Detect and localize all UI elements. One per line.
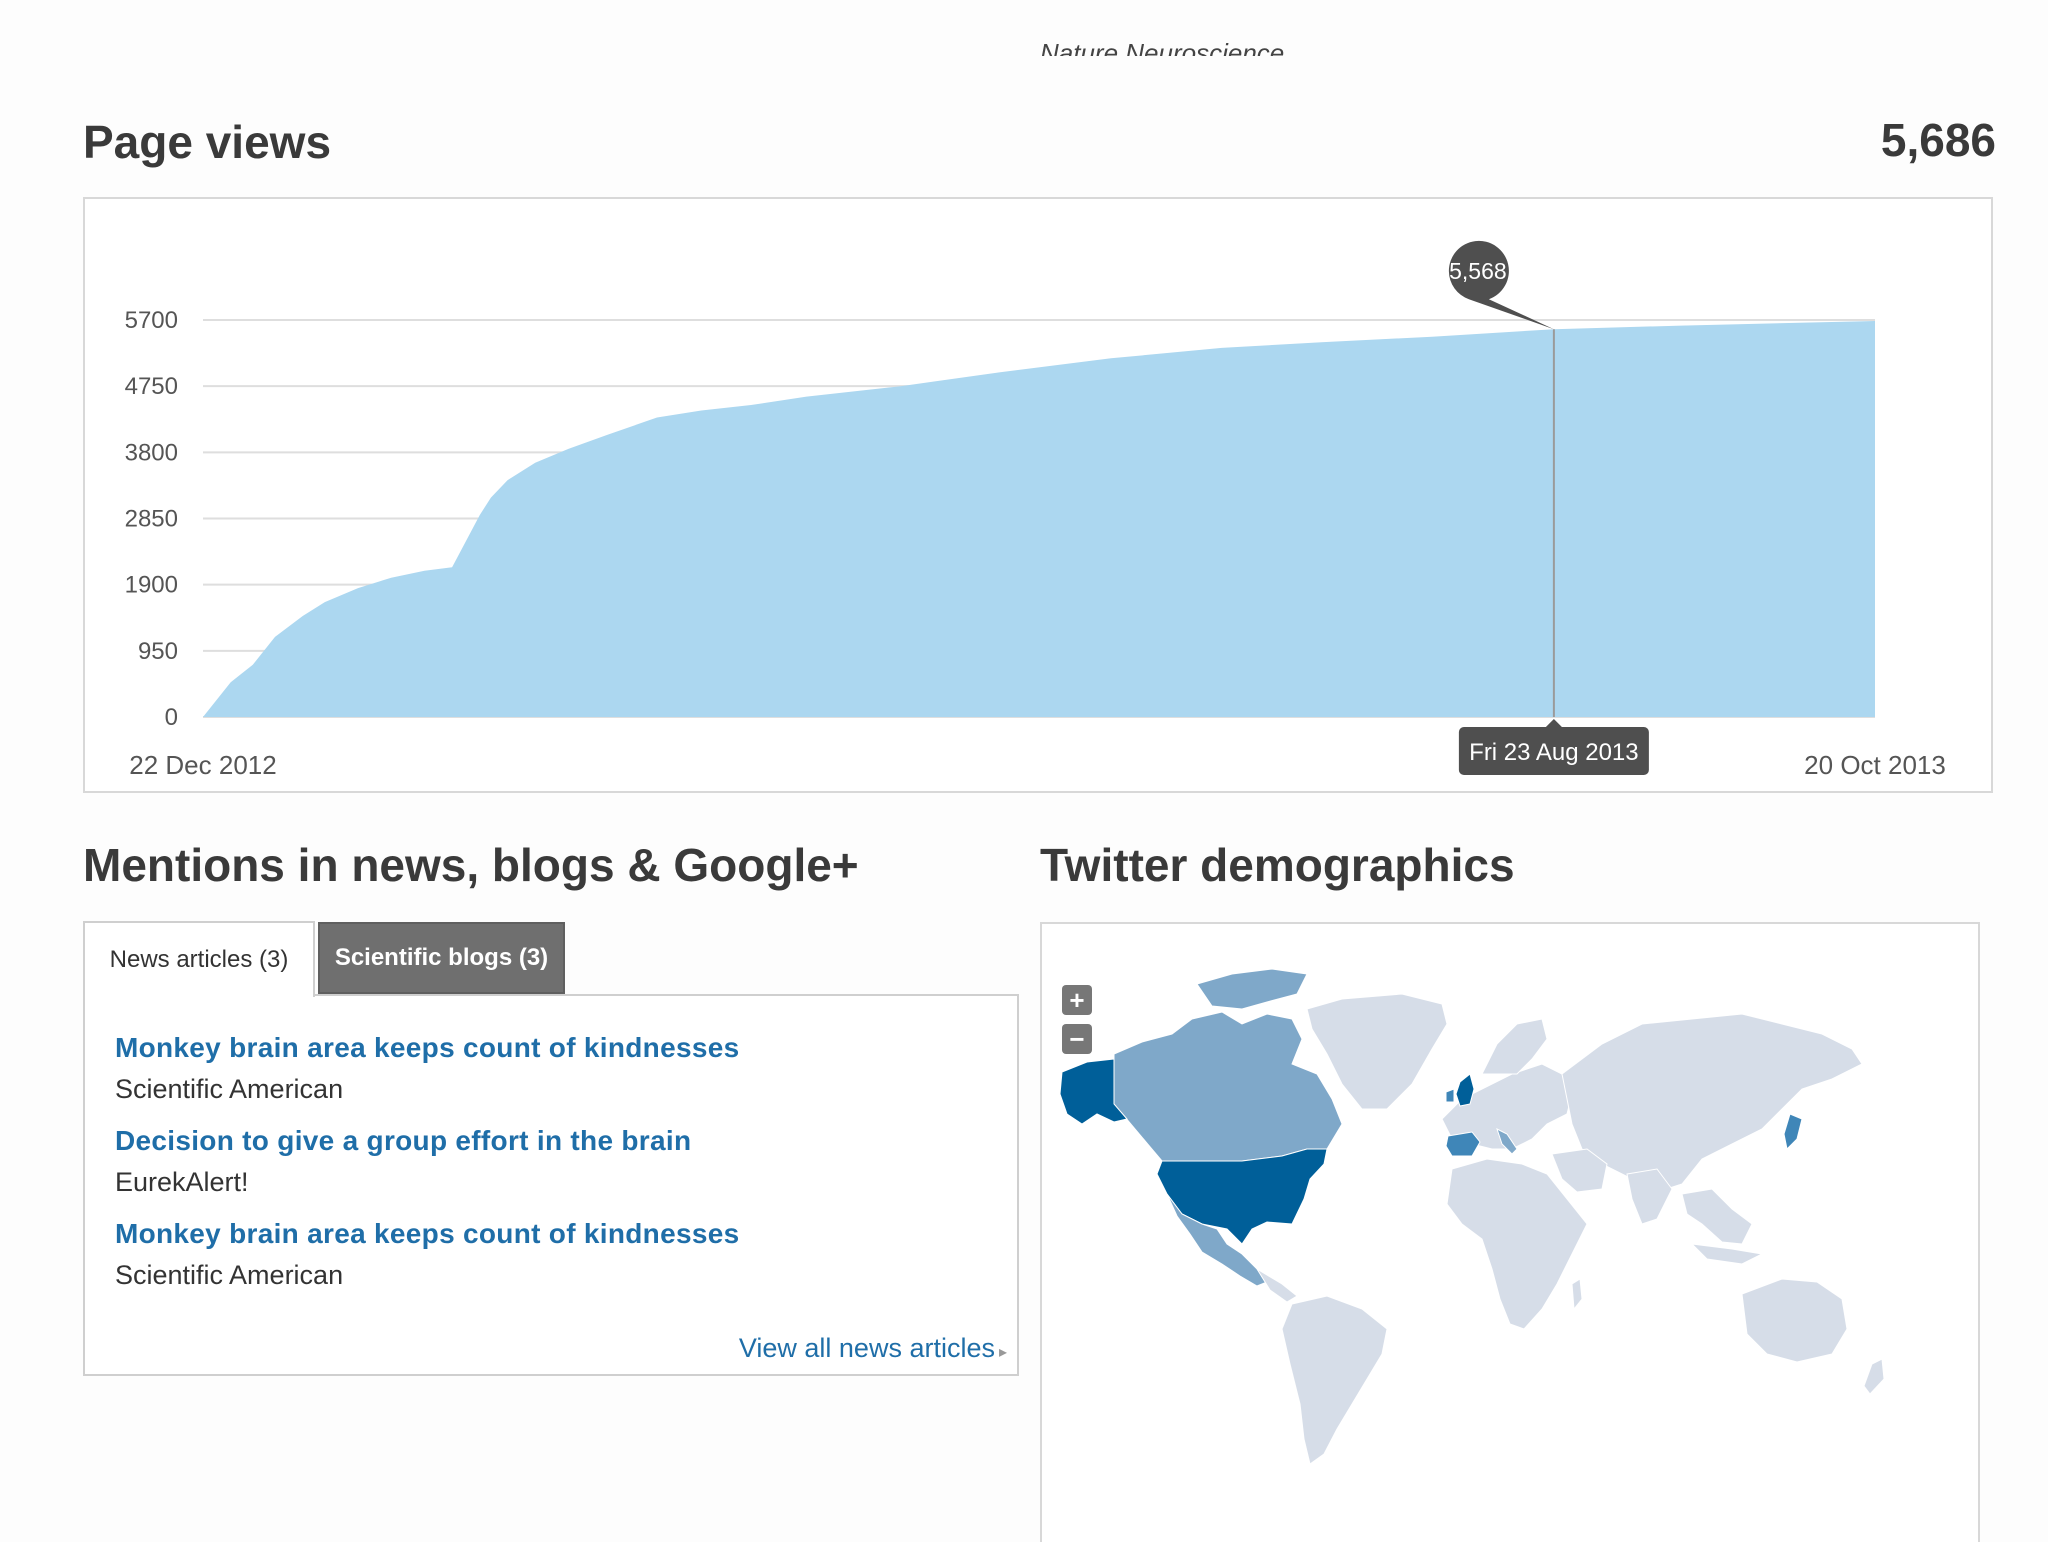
tab-scientific-blogs[interactable]: Scientific blogs (3) (318, 922, 565, 994)
mention-source: Scientific American (115, 1074, 344, 1104)
journal-name-clipped: Nature Neuroscience (1040, 38, 1285, 56)
map-region-africa (1446, 1158, 1588, 1330)
value-tooltip-text: 5,568 (1449, 258, 1507, 284)
view-all-news-link[interactable]: View all news articles ▸ (739, 1333, 1007, 1364)
list-item: Decision to give a group effort in the b… (115, 1125, 691, 1198)
map-region-japan (1783, 1113, 1803, 1151)
date-tooltip-text: Fri 23 Aug 2013 (1469, 739, 1638, 766)
list-item: Monkey brain area keeps count of kindnes… (115, 1218, 739, 1291)
x-end-label: 20 Oct 2013 (1804, 750, 1946, 780)
y-tick-label: 4750 (125, 373, 178, 400)
mention-link[interactable]: Monkey brain area keeps count of kindnes… (115, 1032, 739, 1064)
y-tick-label: 1900 (125, 572, 178, 599)
tab-news-articles[interactable]: News articles (3) (83, 921, 315, 997)
twitter-demographics-title: Twitter demographics (1040, 839, 1515, 891)
page-views-chart-svg: 0 950 1900 2850 3800 4750 5700 5,568 Fri 23 Aug … (125, 240, 1946, 780)
y-tick-label: 0 (165, 704, 178, 731)
map-region-new-zealand (1863, 1358, 1885, 1395)
y-tick-label: 5700 (125, 307, 178, 334)
map-region-spain (1445, 1131, 1481, 1157)
y-tick-label: 950 (138, 638, 178, 665)
world-map (1059, 968, 1885, 1465)
y-tick-label: 2850 (125, 506, 178, 533)
twitter-map[interactable]: + − (1040, 922, 1980, 1542)
map-region-canada (1113, 1011, 1343, 1162)
map-region-arctic-islands (1196, 968, 1308, 1010)
value-tooltip-bubble (1448, 240, 1554, 330)
list-item: Monkey brain area keeps count of kindnes… (115, 1032, 739, 1105)
map-region-madagascar (1571, 1278, 1583, 1311)
page-views-total: 5,686 (1880, 114, 1996, 166)
mention-source: EurekAlert! (115, 1167, 249, 1197)
mention-source: Scientific American (115, 1260, 344, 1290)
map-region-usa (1156, 1148, 1328, 1245)
mentions-panel: Monkey brain area keeps count of kindnes… (83, 994, 1019, 1376)
map-region-australia (1741, 1278, 1848, 1363)
mention-link[interactable]: Monkey brain area keeps count of kindnes… (115, 1218, 739, 1250)
page-views-chart[interactable]: 0 950 1900 2850 3800 4750 5700 5,568 Fri 23 Aug … (83, 197, 1993, 793)
view-all-label: View all news articles (738, 1333, 995, 1363)
map-region-central-america (1256, 1268, 1298, 1303)
page-views-title: Page views (83, 116, 332, 168)
x-start-label: 22 Dec 2012 (129, 750, 276, 780)
map-region-ireland (1445, 1088, 1455, 1103)
triangle-right-icon: ▸ (998, 1344, 1007, 1361)
map-region-indonesia (1690, 1243, 1764, 1265)
map-region-south-america (1281, 1295, 1388, 1465)
map-region-southeast-asia (1681, 1188, 1753, 1245)
mention-link[interactable]: Decision to give a group effort in the b… (115, 1125, 691, 1157)
y-tick-label: 3800 (125, 439, 178, 466)
date-tooltip-pointer (1545, 719, 1562, 727)
mentions-title: Mentions in news, blogs & Google+ (83, 839, 859, 891)
